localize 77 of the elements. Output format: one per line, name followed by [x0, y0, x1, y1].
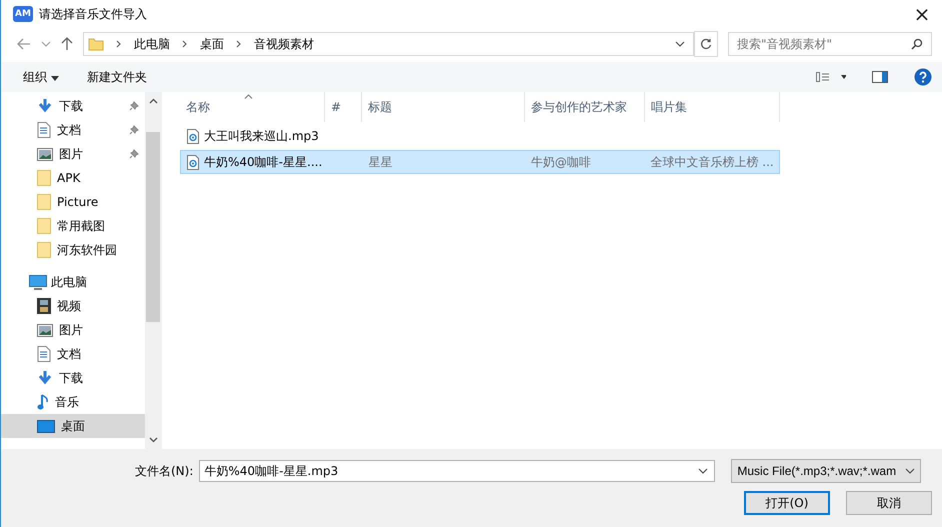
address-bar[interactable]: 此电脑 桌面 音视频素材 — [83, 32, 694, 56]
dropdown-caret-icon — [698, 468, 708, 474]
new-folder-button[interactable]: 新建文件夹 — [78, 66, 155, 88]
cancel-button[interactable]: 取消 — [846, 491, 932, 515]
open-button[interactable]: 打开(O) — [744, 491, 830, 515]
filename-label: 文件名(N): — [135, 462, 194, 480]
folder-icon — [37, 170, 51, 186]
film-icon — [37, 298, 51, 314]
app-logo-icon: AM — [13, 6, 33, 22]
close-button[interactable]: × — [902, 0, 942, 28]
column-header[interactable]: 标题 — [362, 92, 525, 122]
audio-file-icon — [187, 154, 199, 170]
folder-icon — [37, 194, 51, 210]
scroll-down-icon[interactable] — [148, 437, 158, 443]
dropdown-caret-icon — [905, 468, 916, 474]
refresh-button[interactable] — [694, 31, 718, 57]
breadcrumb[interactable]: 音视频素材 — [254, 36, 314, 52]
sidebar-item[interactable]: Picture — [1, 190, 145, 214]
chevron-icon — [236, 40, 242, 48]
sidebar-item[interactable]: 图片 — [1, 142, 145, 166]
breadcrumb[interactable]: 此电脑 — [134, 36, 170, 52]
desktop-icon — [37, 420, 55, 432]
column-header[interactable]: 唱片集 — [645, 92, 780, 122]
sidebar-item[interactable]: 图片 — [1, 318, 145, 342]
audio-file-icon — [187, 128, 199, 144]
window-title: 请选择音乐文件导入 — [38, 6, 148, 22]
view-options-icon[interactable] — [816, 72, 846, 82]
column-header[interactable]: 参与创作的艺术家 — [525, 92, 645, 122]
column-header[interactable]: # — [325, 92, 362, 122]
filename-field[interactable]: 牛奶%40咖啡-星星.mp3 — [199, 460, 716, 482]
download-arrow-icon — [37, 98, 53, 114]
chevron-icon — [116, 40, 122, 48]
column-header[interactable]: 名称 — [180, 92, 325, 122]
file-cell: 全球中文音乐榜上榜 ... — [650, 154, 774, 170]
music-note-icon — [37, 394, 49, 410]
sidebar-item[interactable]: 视频 — [1, 294, 145, 318]
folder-icon — [37, 218, 51, 234]
organize-menu[interactable]: 组织 — [15, 66, 67, 88]
search-field[interactable]: 搜索"音视频素材" — [728, 32, 932, 56]
file-cell: 星星 — [368, 154, 392, 170]
sidebar-item[interactable]: 桌面 — [1, 414, 145, 438]
download-arrow-icon — [37, 370, 53, 386]
sidebar-item[interactable]: 常用截图 — [1, 214, 145, 238]
file-row[interactable]: 牛奶%40咖啡-星星.... 星星 牛奶@咖啡 全球中文音乐榜上榜 ... — [180, 150, 780, 174]
scroll-up-icon[interactable] — [148, 98, 158, 104]
sidebar-item[interactable]: 文档 — [1, 342, 145, 366]
folder-icon — [88, 37, 104, 51]
sidebar-item[interactable]: 下载 — [1, 366, 145, 390]
dropdown-caret-icon[interactable] — [675, 40, 685, 48]
picture-icon — [37, 324, 53, 336]
sidebar-item[interactable]: APK — [1, 166, 145, 190]
refresh-icon — [700, 38, 712, 50]
sidebar-item[interactable]: 河东软件园 — [1, 238, 145, 262]
file-cell: 大王叫我来巡山.mp3 — [204, 128, 319, 144]
help-icon[interactable] — [914, 68, 932, 86]
down-caret-icon[interactable] — [41, 40, 51, 48]
document-icon — [37, 122, 51, 138]
sidebar-item[interactable]: 音乐 — [1, 390, 145, 414]
up-arrow-icon[interactable] — [61, 37, 73, 51]
scrollbar[interactable] — [145, 92, 161, 449]
breadcrumb[interactable]: 桌面 — [200, 36, 224, 52]
back-arrow-icon[interactable] — [17, 38, 31, 50]
chevron-icon — [182, 40, 188, 48]
computer-icon — [29, 274, 47, 290]
preview-pane-icon[interactable] — [872, 71, 888, 83]
search-icon — [911, 38, 923, 50]
folder-icon — [37, 242, 51, 258]
sidebar-item[interactable]: 此电脑 — [1, 270, 145, 294]
picture-icon — [37, 148, 53, 160]
file-row[interactable]: 大王叫我来巡山.mp3 — [180, 124, 780, 148]
document-icon — [37, 346, 51, 362]
file-cell: 牛奶%40咖啡-星星.... — [204, 154, 322, 170]
file-cell: 牛奶@咖啡 — [530, 154, 591, 170]
sidebar-item[interactable]: 下载 — [1, 94, 145, 118]
dropdown-caret-icon — [50, 76, 59, 80]
sidebar-item[interactable]: 文档 — [1, 118, 145, 142]
file-type-dropdown[interactable]: Music File(*.mp3;*.wav;*.wam — [731, 459, 922, 483]
